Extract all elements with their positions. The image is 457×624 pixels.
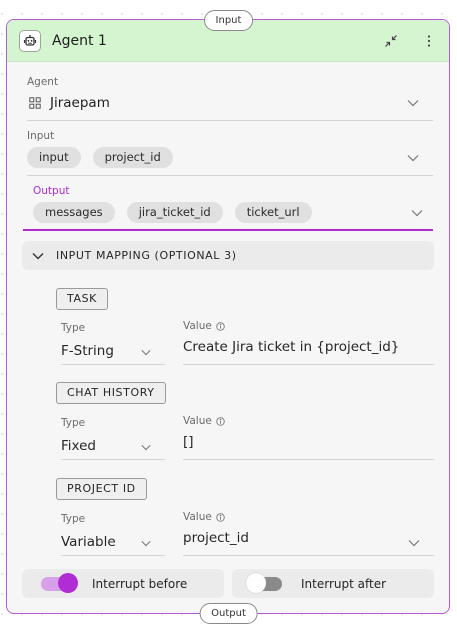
input-handle[interactable]: Input (203, 10, 254, 31)
output-chip: ticket_url (234, 202, 312, 223)
input-mapping-toggle[interactable]: INPUT MAPPING (OPTIONAL 3) (22, 241, 434, 270)
input-mapping-title: INPUT MAPPING (OPTIONAL 3) (56, 249, 237, 262)
task-type-select[interactable]: Type F-String (61, 322, 165, 365)
input-chip: project_id (92, 147, 173, 168)
output-chip: jira_ticket_id (126, 202, 223, 223)
output-chip: messages (33, 202, 115, 223)
agent-select[interactable]: Agent Jiraepam (27, 76, 433, 121)
chevron-down-icon (141, 541, 151, 547)
type-label: Type (61, 513, 86, 525)
value-text: Create Jira ticket in {project_id} (183, 339, 400, 355)
agent-node[interactable]: Agent 1 Agent Jiraepam Input input proje… (6, 19, 450, 614)
chevron-down-icon (141, 445, 151, 451)
chevron-down-icon[interactable] (407, 99, 419, 107)
input-select[interactable]: Input input project_id (27, 130, 433, 176)
task-value-field[interactable]: Value Create Jira ticket in {project_id} (183, 320, 434, 365)
info-icon (216, 416, 225, 426)
info-icon (216, 321, 225, 331)
input-label: Input (27, 130, 55, 142)
interrupt-before-toggle[interactable]: Interrupt before (22, 569, 224, 598)
output-select[interactable]: Output messages jira_ticket_id ticket_ur… (23, 185, 433, 231)
info-icon (216, 512, 225, 522)
input-chip: input (27, 147, 81, 168)
value-label: Value (183, 415, 434, 427)
chevron-down-icon[interactable] (411, 209, 423, 217)
value-label: Value (183, 320, 434, 332)
type-label: Type (61, 322, 86, 334)
project-id-tag: PROJECT ID (56, 478, 147, 500)
chevron-down-icon (408, 540, 420, 547)
type-label: Type (61, 417, 86, 429)
robot-icon (19, 29, 41, 52)
node-title: Agent 1 (52, 32, 107, 49)
agent-label: Agent (27, 76, 59, 88)
project-id-type-select[interactable]: Type Variable (61, 513, 165, 556)
interrupt-after-toggle[interactable]: Interrupt after (232, 569, 434, 598)
chevron-down-icon (141, 350, 151, 356)
chevron-down-icon (32, 252, 44, 259)
interrupt-after-switch[interactable] (246, 572, 282, 593)
output-handle[interactable]: Output (199, 603, 258, 624)
interrupt-before-switch[interactable] (41, 572, 78, 593)
value-label: Value (183, 511, 434, 523)
grid-icon (29, 97, 41, 109)
task-tag: TASK (56, 288, 108, 310)
more-vertical-icon[interactable] (421, 33, 437, 49)
collapse-icon[interactable] (383, 33, 399, 49)
chat-history-type-select[interactable]: Type Fixed (61, 417, 165, 460)
chevron-down-icon[interactable] (407, 154, 419, 162)
chat-history-tag: CHAT HISTORY (56, 382, 166, 404)
chat-history-value-field[interactable]: Value [] (183, 415, 434, 460)
value-text: project_id (183, 530, 249, 546)
agent-value: Jiraepam (50, 95, 110, 111)
interrupt-after-label: Interrupt after (301, 576, 387, 591)
interrupt-before-label: Interrupt before (92, 576, 188, 591)
value-text: [] (183, 434, 194, 450)
output-label: Output (33, 185, 70, 197)
project-id-value-select[interactable]: Value project_id (183, 511, 434, 556)
